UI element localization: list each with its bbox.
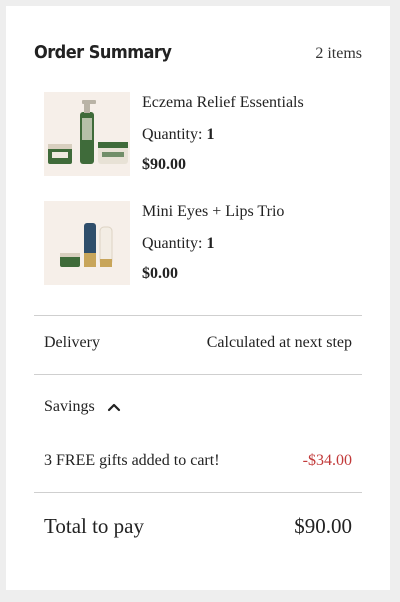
quantity-label: Quantity: (142, 126, 203, 143)
product-price: $90.00 (142, 156, 186, 173)
cart-item: Mini Eyes + Lips Trio Quantity: 1 $0.00 (44, 201, 362, 285)
delivery-row: Delivery Calculated at next step (44, 334, 352, 352)
total-value: $90.00 (294, 514, 352, 538)
product-name[interactable]: Eczema Relief Essentials (142, 94, 304, 112)
chevron-up-icon[interactable] (107, 402, 121, 412)
divider (34, 492, 362, 493)
delivery-label: Delivery (44, 334, 100, 351)
quantity-value: 1 (206, 126, 215, 143)
product-quantity: Quantity: 1 (142, 235, 284, 253)
discount-value: -$34.00 (302, 452, 352, 469)
savings-toggle[interactable]: Savings (44, 398, 121, 416)
product-quantity: Quantity: 1 (142, 126, 304, 144)
free-gifts-label: 3 FREE gifts added to cart! (44, 452, 220, 469)
product-price: $0.00 (142, 265, 178, 282)
delivery-value: Calculated at next step (206, 334, 352, 351)
cart-item: Eczema Relief Essentials Quantity: 1 $90… (44, 92, 362, 176)
savings-row: Savings (44, 398, 352, 416)
total-row: Total to pay $90.00 (44, 514, 352, 539)
product-image (44, 201, 130, 285)
divider (34, 315, 362, 316)
cart-item-info: Mini Eyes + Lips Trio Quantity: 1 $0.00 (142, 201, 284, 283)
savings-label: Savings (44, 398, 95, 415)
divider (34, 374, 362, 375)
order-summary-title: Order Summary (34, 42, 172, 63)
cart-item-info: Eczema Relief Essentials Quantity: 1 $90… (142, 92, 304, 174)
quantity-label: Quantity: (142, 235, 203, 252)
item-count: 2 items (315, 45, 362, 62)
order-summary-card: Order Summary 2 items Eczema Relief Esse… (6, 6, 390, 590)
total-label: Total to pay (44, 514, 145, 538)
product-image (44, 92, 130, 176)
savings-line: 3 FREE gifts added to cart! -$34.00 (44, 452, 352, 470)
order-summary-header: Order Summary 2 items (34, 42, 362, 63)
product-name[interactable]: Mini Eyes + Lips Trio (142, 203, 284, 221)
quantity-value: 1 (206, 235, 215, 252)
